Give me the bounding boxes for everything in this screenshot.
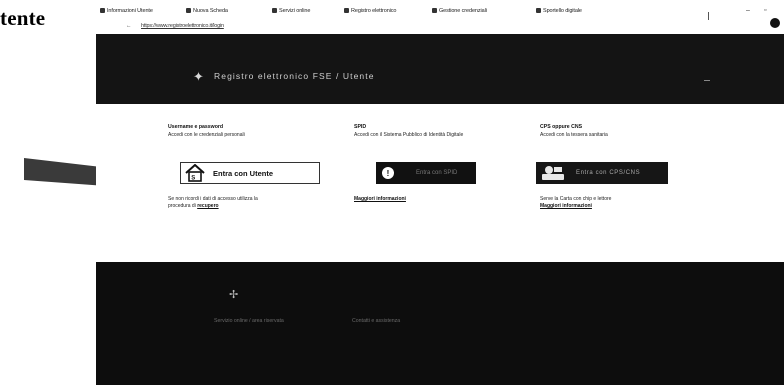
- restore-icon[interactable]: ▫: [764, 7, 766, 14]
- page-footer: [96, 262, 784, 385]
- svg-text:S: S: [191, 176, 195, 182]
- menu-icon[interactable]: [704, 80, 710, 81]
- back-icon[interactable]: ←: [126, 23, 132, 29]
- emblem-icon: ✦: [193, 69, 204, 84]
- browser-screenshot: Informazioni Utente Nuova Scheda Servizi…: [96, 0, 784, 385]
- utente-subtitle: Accedi con le credenziali personali: [168, 132, 245, 138]
- tab-favicon-icon: [432, 8, 437, 14]
- tab-favicon-icon: [344, 8, 349, 14]
- browser-tab[interactable]: Gestione credenziali: [432, 8, 487, 14]
- tab-favicon-icon: [100, 8, 105, 14]
- footer-text: Servizio online / area riservata: [214, 318, 284, 324]
- login-utente-label: Entra con Utente: [213, 168, 274, 178]
- browser-tab[interactable]: Servizi online: [272, 8, 310, 14]
- login-cns-button[interactable]: Entra con CPS/CNS: [536, 162, 668, 184]
- spid-note: Maggiori informazioni: [354, 196, 406, 203]
- card-reader-icon: [542, 166, 564, 180]
- login-spid-button[interactable]: ! Entra con SPID: [376, 162, 476, 184]
- cns-info-link[interactable]: Maggiori informazioni: [540, 203, 611, 210]
- cns-note: Serve la Carta con chip e lettore Maggio…: [540, 196, 612, 210]
- utente-note: Se non ricordi i dati di accesso utilizz…: [168, 196, 258, 209]
- spid-heading: SPID: [354, 124, 367, 130]
- browser-tab[interactable]: Registro elettronico: [344, 8, 396, 14]
- footer-emblem-icon: ✢: [229, 289, 239, 301]
- tab-favicon-icon: [272, 8, 277, 14]
- login-cns-label: Entra con CPS/CNS: [576, 170, 641, 176]
- tab-favicon-icon: [536, 8, 541, 14]
- spid-option: SPID Accedi con il Sistema Pubblico di I…: [354, 124, 529, 138]
- minimize-icon[interactable]: –: [746, 7, 750, 14]
- spid-user-icon: !: [382, 167, 394, 179]
- browser-tab[interactable]: Informazioni Utente: [100, 8, 153, 14]
- tab-favicon-icon: [186, 8, 191, 14]
- page-title: Registro elettronico FSE / Utente: [214, 71, 375, 81]
- house-icon: S: [185, 164, 205, 182]
- caption-text: tente: [0, 6, 46, 30]
- login-utente-button[interactable]: S Entra con Utente: [180, 162, 320, 184]
- footer-link[interactable]: Contatti e assistenza: [352, 318, 400, 324]
- browser-tab-bar: Informazioni Utente Nuova Scheda Servizi…: [96, 0, 784, 28]
- spid-info-link[interactable]: Maggiori informazioni: [354, 196, 406, 203]
- cns-subtitle: Accedi con la tessera sanitaria: [540, 132, 608, 138]
- utente-option: Username e password Accedi con le creden…: [168, 124, 343, 138]
- spid-subtitle: Accedi con il Sistema Pubblico di Identi…: [354, 132, 464, 138]
- recovery-link[interactable]: recupero: [197, 203, 218, 209]
- login-spid-label: Entra con SPID: [416, 170, 458, 176]
- browser-tab[interactable]: Sportello digitale: [536, 8, 582, 14]
- url-text[interactable]: https://www.registroelettronico.it/login: [141, 23, 224, 29]
- cns-option: CPS oppure CNS Accedi con la tessera san…: [540, 124, 715, 138]
- header-divider: [708, 12, 709, 20]
- utente-heading: Username e password: [168, 124, 224, 130]
- profile-avatar[interactable]: [770, 18, 780, 28]
- browser-tab[interactable]: Nuova Scheda: [186, 8, 228, 14]
- address-bar[interactable]: ← https://www.registroelettronico.it/log…: [126, 23, 224, 29]
- cns-heading: CPS oppure CNS: [540, 124, 583, 130]
